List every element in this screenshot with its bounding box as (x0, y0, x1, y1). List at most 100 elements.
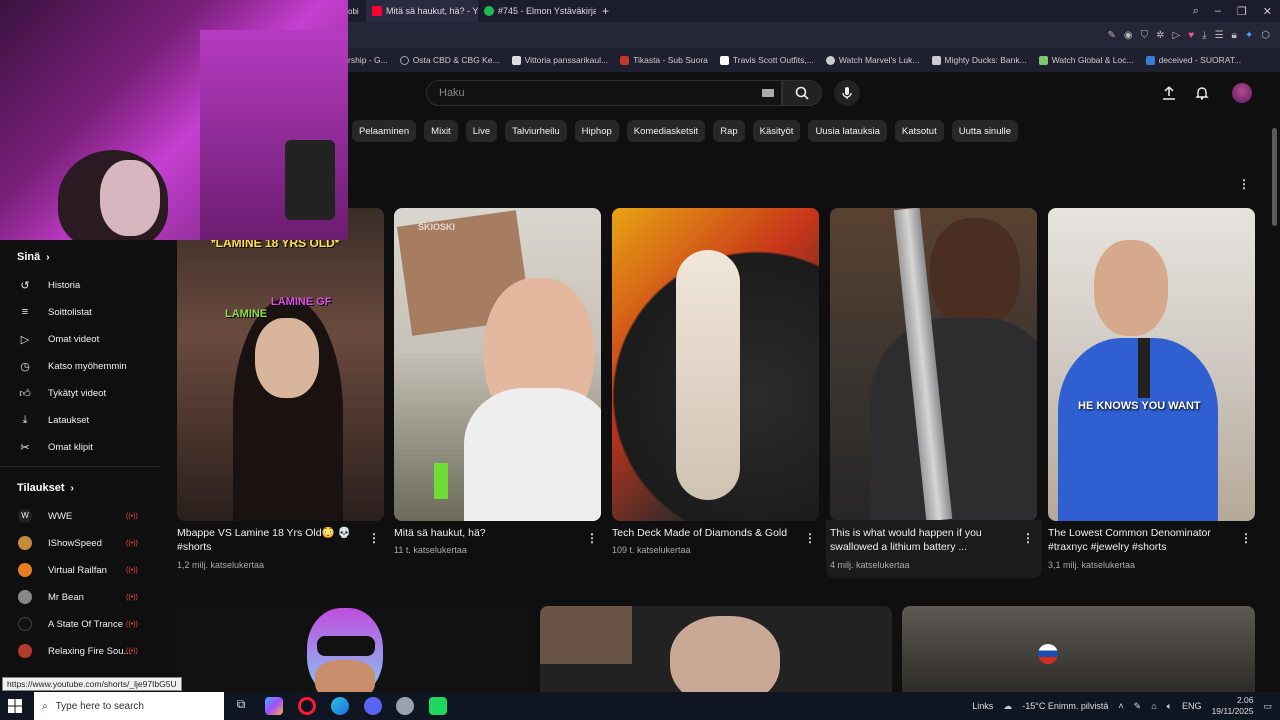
shield-icon[interactable]: ⛉ (1141, 30, 1149, 41)
short-thumbnail-4[interactable]: HE KNOWS YOU WANT (1048, 208, 1255, 521)
short-thumbnail-2[interactable] (612, 208, 819, 521)
heart-icon[interactable]: ♥ (1188, 30, 1194, 41)
short-thumbnail-0[interactable]: *LAMINE 18 YRS OLD* LAMINE GF LAMINE (177, 208, 384, 521)
app-icon[interactable] (396, 697, 414, 715)
edge-icon[interactable] (331, 697, 349, 715)
subscription-relaxing-fire[interactable]: Relaxing Fire Sou... ((•)) (18, 643, 158, 659)
chip-3[interactable]: Talviurheilu (505, 120, 567, 142)
bookmark-2[interactable]: Vittoria panssarikaul... (511, 55, 608, 65)
close-icon[interactable]: ✕ (1263, 5, 1272, 18)
notifications-button[interactable] (1193, 84, 1211, 102)
restore-icon[interactable]: ❐ (1237, 5, 1247, 18)
search-input[interactable]: Haku (426, 80, 782, 106)
tab-0-label: obi (348, 6, 359, 16)
short-title-3[interactable]: This is what would happen if you swallow… (830, 526, 1020, 554)
keyboard-icon[interactable] (762, 89, 774, 97)
sidebar-item-watch-later[interactable]: ◷ Katso myöhemmin (18, 358, 158, 374)
shelf-menu-icon[interactable]: ⋮ (1238, 178, 1250, 190)
sidebar-subscriptions-heading[interactable]: Tilaukset › (17, 482, 74, 494)
lock-icon[interactable]: 🔒︎ (1232, 30, 1237, 41)
short-title-4[interactable]: The Lowest Common Denominator #traxnyc #… (1048, 526, 1238, 554)
bookmark-7[interactable]: Watch Global & Loc... (1038, 55, 1134, 65)
chip-7[interactable]: Käsityöt (752, 120, 801, 142)
opera-ai-icon[interactable]: ✦ (1245, 30, 1253, 41)
sidebar-you-heading[interactable]: Sinä › (17, 251, 50, 263)
voice-search-button[interactable] (834, 80, 860, 106)
subscription-mr-bean[interactable]: Mr Bean ((•)) (18, 589, 158, 605)
short-thumbnail-1[interactable]: SKIOSKI (394, 208, 601, 521)
camera-icon[interactable]: ◉ (1124, 30, 1133, 41)
download-icon[interactable]: ⤓ (1202, 30, 1206, 41)
bookmark-3[interactable]: Tikasta - Sub Suora (620, 55, 708, 65)
video-thumbnail-0[interactable] (177, 606, 529, 692)
task-view-icon[interactable]: ⧉ (232, 697, 250, 715)
short-menu-icon-0[interactable]: ⋮ (368, 532, 380, 544)
spotify-app-icon[interactable] (429, 697, 447, 715)
short-menu-icon-3[interactable]: ⋮ (1022, 532, 1034, 544)
play-icon[interactable]: ▷ (1173, 30, 1181, 41)
bookmark-5[interactable]: Watch Marvel's Luk... (825, 55, 920, 65)
bookmark-8[interactable]: deceived - SUORAT... (1145, 55, 1241, 65)
subscription-ishowspeed[interactable]: IShowSpeed ((•)) (18, 535, 158, 551)
puzzle-icon[interactable]: ✲ (1156, 30, 1164, 41)
tray-language[interactable]: ENG (1182, 701, 1202, 711)
chip-8[interactable]: Uusia latauksia (808, 120, 887, 142)
chip-1[interactable]: Mixit (424, 120, 458, 142)
avatar[interactable] (1232, 83, 1252, 103)
tray-weather[interactable]: -15°C Enimm. pilvistä (1022, 701, 1108, 711)
chip-0[interactable]: Pelaaminen (352, 120, 417, 142)
volume-icon[interactable]: 🔈︎ (1167, 701, 1172, 712)
chip-4[interactable]: Hiphop (574, 120, 619, 142)
chip-6[interactable]: Rap (713, 120, 745, 142)
chip-9[interactable]: Katsotut (894, 120, 944, 142)
sidebar-item-your-videos[interactable]: ▷ Omat videot (18, 331, 158, 347)
chip-2[interactable]: Live (465, 120, 498, 142)
short-title-1[interactable]: Mitä sä haukut, hä? (394, 526, 584, 540)
sidebar-item-playlists[interactable]: ≡ Soittolistat (18, 304, 158, 320)
subscription-asot[interactable]: A State Of Trance ((•)) (18, 616, 158, 632)
short-menu-icon-4[interactable]: ⋮ (1240, 532, 1252, 544)
subscription-virtual-railfan[interactable]: Virtual Railfan ((•)) (18, 562, 158, 578)
chip-5[interactable]: Komediasketsit (626, 120, 706, 142)
tray-clock[interactable]: 2.06 19/11/2025 (1212, 695, 1254, 717)
short-title-0[interactable]: Mbappe VS Lamine 18 Yrs Old😳 💀 #shorts (177, 526, 367, 554)
taskbar-search-input[interactable]: ⌕ Type here to search (34, 692, 224, 720)
short-menu-icon-2[interactable]: ⋮ (804, 532, 816, 544)
bookmark-4[interactable]: Travis Scott Outfits,... (719, 55, 814, 65)
video-thumbnail-1[interactable] (540, 606, 892, 692)
sidebar-item-history[interactable]: ↺ Historia (18, 277, 158, 293)
chevron-up-icon[interactable]: ˄ (1118, 701, 1123, 711)
search-tabs-icon[interactable]: ⌕ (1193, 5, 1199, 18)
sidebar-item-clips[interactable]: ✂ Omat klipit (18, 439, 158, 455)
bookmark-6[interactable]: Mighty Ducks: Bank... (931, 55, 1027, 65)
short-thumbnail-3[interactable] (830, 208, 1037, 521)
short-menu-icon-1[interactable]: ⋮ (586, 532, 598, 544)
cube-icon[interactable]: ⬡ (1261, 30, 1270, 41)
opera-icon[interactable] (298, 697, 316, 715)
tray-links[interactable]: Links (972, 701, 993, 711)
new-tab-button[interactable]: + (596, 0, 615, 22)
search-button[interactable] (782, 80, 822, 106)
sidebar-item-liked[interactable]: 👍︎ Tykätyt videot (18, 385, 158, 401)
copilot-icon[interactable] (265, 697, 283, 715)
notifications-icon[interactable]: ▭ (1263, 701, 1272, 712)
sidebar-item-downloads[interactable]: ⤓ Lataukset (18, 412, 158, 428)
edit-icon[interactable]: ✎ (1108, 30, 1116, 41)
bookmark-0[interactable]: rship - G... (348, 55, 388, 65)
bookmark-1[interactable]: Osta CBD & CBG Ke... (399, 55, 500, 65)
upload-button[interactable] (1160, 84, 1178, 102)
tab-spotify[interactable]: #745 - Elmon Ystäväkirja: S (478, 0, 596, 22)
network-icon[interactable]: ⌂ (1151, 701, 1156, 711)
windows-start-icon[interactable] (8, 699, 22, 713)
minimize-icon[interactable]: – (1215, 5, 1221, 17)
page-scrollbar[interactable] (1272, 128, 1277, 226)
video-thumbnail-2[interactable] (902, 606, 1255, 692)
chip-10[interactable]: Uutta sinulle (951, 120, 1018, 142)
pen-icon[interactable]: ✎ (1134, 701, 1142, 712)
discord-icon[interactable] (364, 697, 382, 715)
tab-0[interactable]: obi (348, 0, 366, 22)
menu-icon[interactable]: ☰ (1215, 30, 1224, 41)
short-title-2[interactable]: Tech Deck Made of Diamonds & Gold (612, 526, 802, 540)
subscription-wwe[interactable]: W WWE ((•)) (18, 508, 158, 524)
tab-youtube[interactable]: Mitä sä haukut, hä? - You (366, 0, 478, 22)
